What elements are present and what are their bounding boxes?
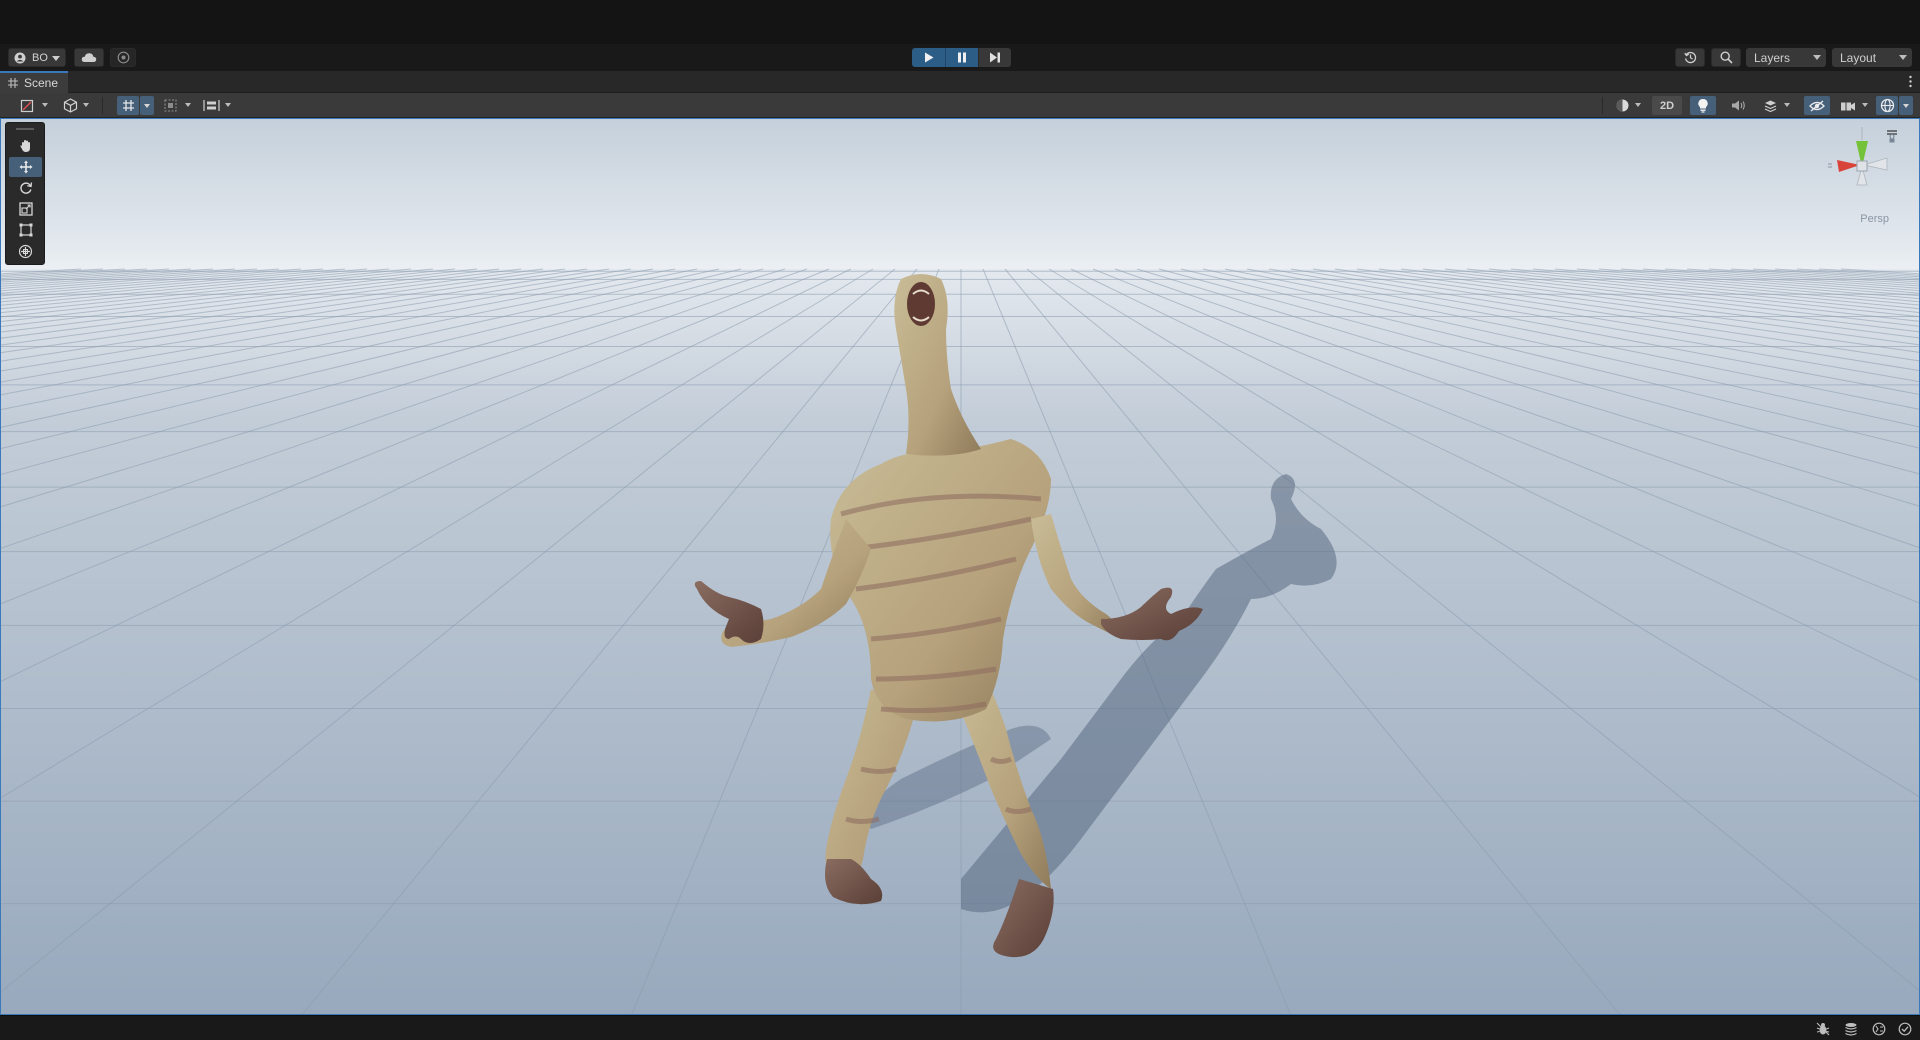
pause-icon	[958, 52, 966, 63]
grid-snapping-icon	[122, 100, 134, 111]
play-button[interactable]	[912, 48, 945, 67]
2d-toggle[interactable]: 2D	[1652, 96, 1682, 115]
gizmos-toggle[interactable]	[1876, 96, 1898, 115]
layers-label: Layers	[1754, 50, 1791, 65]
render-mode-button[interactable]	[60, 96, 80, 115]
increment-snap-icon	[163, 99, 177, 112]
chevron-down-icon	[185, 103, 191, 107]
network-icon[interactable]	[1871, 1021, 1887, 1037]
draw-mode-icon	[20, 99, 34, 112]
status-bar	[0, 1015, 1920, 1040]
chevron-down-icon	[225, 103, 231, 107]
hidden-objects-icon	[1809, 99, 1825, 112]
scene-toolbar: 2D	[0, 93, 1920, 118]
hidden-objects-toggle[interactable]	[1804, 96, 1830, 115]
audio-toggle[interactable]	[1727, 96, 1749, 115]
gizmos-dropdown[interactable]	[1899, 96, 1913, 115]
cloud-icon	[81, 53, 97, 62]
effects-icon	[1764, 100, 1776, 113]
render-mode-icon	[63, 98, 77, 113]
lighting-toggle[interactable]	[1690, 96, 1716, 115]
draw-mode-button[interactable]	[18, 96, 36, 115]
chevron-down-icon	[1899, 55, 1907, 60]
rect-tool-button[interactable]	[9, 220, 42, 240]
hand-tool-icon	[19, 140, 30, 152]
drag-handle[interactable]	[16, 128, 34, 130]
grid-snapping-dropdown[interactable]	[140, 96, 154, 115]
tab-label: Scene	[24, 76, 59, 90]
chevron-down-icon	[52, 56, 60, 61]
axis-gizmo-icon	[1828, 127, 1897, 186]
rect-tool-icon	[19, 223, 32, 237]
scale-tool-icon	[18, 202, 33, 216]
search-icon	[1719, 51, 1733, 64]
scene-viewport[interactable]: Persp	[0, 118, 1920, 1015]
chevron-down-icon	[1813, 55, 1821, 60]
camera-button[interactable]	[1838, 96, 1858, 115]
separator	[1602, 97, 1603, 114]
audio-icon	[1731, 100, 1745, 111]
collab-icon	[117, 51, 129, 64]
main-toolbar: BO Layers Layout	[0, 44, 1920, 71]
transform-tool-icon	[18, 244, 33, 258]
move-tool-icon	[19, 160, 32, 174]
move-tool-button[interactable]	[9, 157, 42, 177]
separator	[102, 97, 103, 114]
tab-bar: Scene	[0, 71, 1920, 93]
mummy-mouth	[907, 282, 935, 326]
play-controls	[912, 48, 1011, 67]
chevron-down-icon	[83, 103, 89, 107]
check-icon[interactable]	[1897, 1021, 1913, 1037]
cloud-button[interactable]	[74, 48, 104, 67]
layout-label: Layout	[1840, 50, 1877, 65]
scale-tool-button[interactable]	[9, 199, 42, 219]
history-icon	[1683, 51, 1696, 64]
bug-icon[interactable]	[1815, 1021, 1831, 1037]
scene-render	[1, 119, 1919, 1014]
projection-label[interactable]: Persp	[1860, 213, 1889, 225]
gizmos-icon	[1880, 98, 1894, 113]
effects-button[interactable]	[1760, 96, 1780, 115]
shading-mode-button[interactable]	[1612, 96, 1632, 115]
account-dropdown[interactable]: BO	[8, 48, 66, 67]
cache-icon[interactable]	[1843, 1021, 1859, 1037]
chevron-down-icon	[1635, 103, 1641, 107]
layout-dropdown[interactable]: Layout	[1832, 48, 1912, 67]
account-label: BO	[32, 51, 48, 64]
account-icon	[14, 52, 26, 63]
chevron-down-icon	[1784, 103, 1790, 107]
sky	[1, 119, 1919, 289]
align-icon	[202, 100, 220, 111]
camera-icon	[1841, 102, 1855, 110]
lighting-icon	[1698, 98, 1708, 113]
tab-menu-icon[interactable]	[1909, 75, 1912, 88]
hand-tool-button[interactable]	[9, 136, 42, 156]
grid-icon	[8, 78, 18, 88]
pause-button[interactable]	[945, 48, 978, 67]
chevron-down-icon	[1903, 103, 1909, 108]
step-button[interactable]	[978, 48, 1011, 67]
rotate-tool-button[interactable]	[9, 178, 42, 198]
layers-dropdown[interactable]: Layers	[1746, 48, 1826, 67]
align-button[interactable]	[200, 96, 222, 115]
tab-scene[interactable]: Scene	[0, 71, 69, 93]
chevron-down-icon	[42, 103, 48, 107]
title-bar	[0, 0, 1920, 44]
tools-overlay	[5, 122, 45, 265]
chevron-down-icon	[1862, 103, 1868, 107]
play-icon	[924, 52, 933, 63]
history-button[interactable]	[1675, 48, 1705, 67]
grid-snapping-button[interactable]	[117, 96, 139, 115]
rotate-tool-icon	[19, 182, 32, 194]
transform-tool-button[interactable]	[9, 241, 42, 261]
2d-label: 2D	[1659, 99, 1675, 112]
collab-button[interactable]	[110, 48, 136, 67]
step-icon	[990, 52, 1000, 63]
chevron-down-icon	[144, 103, 150, 108]
increment-snap-button[interactable]	[160, 96, 180, 115]
shading-mode-icon	[1616, 99, 1628, 112]
search-button[interactable]	[1711, 48, 1741, 67]
gizmo-center-cube	[1856, 160, 1868, 172]
